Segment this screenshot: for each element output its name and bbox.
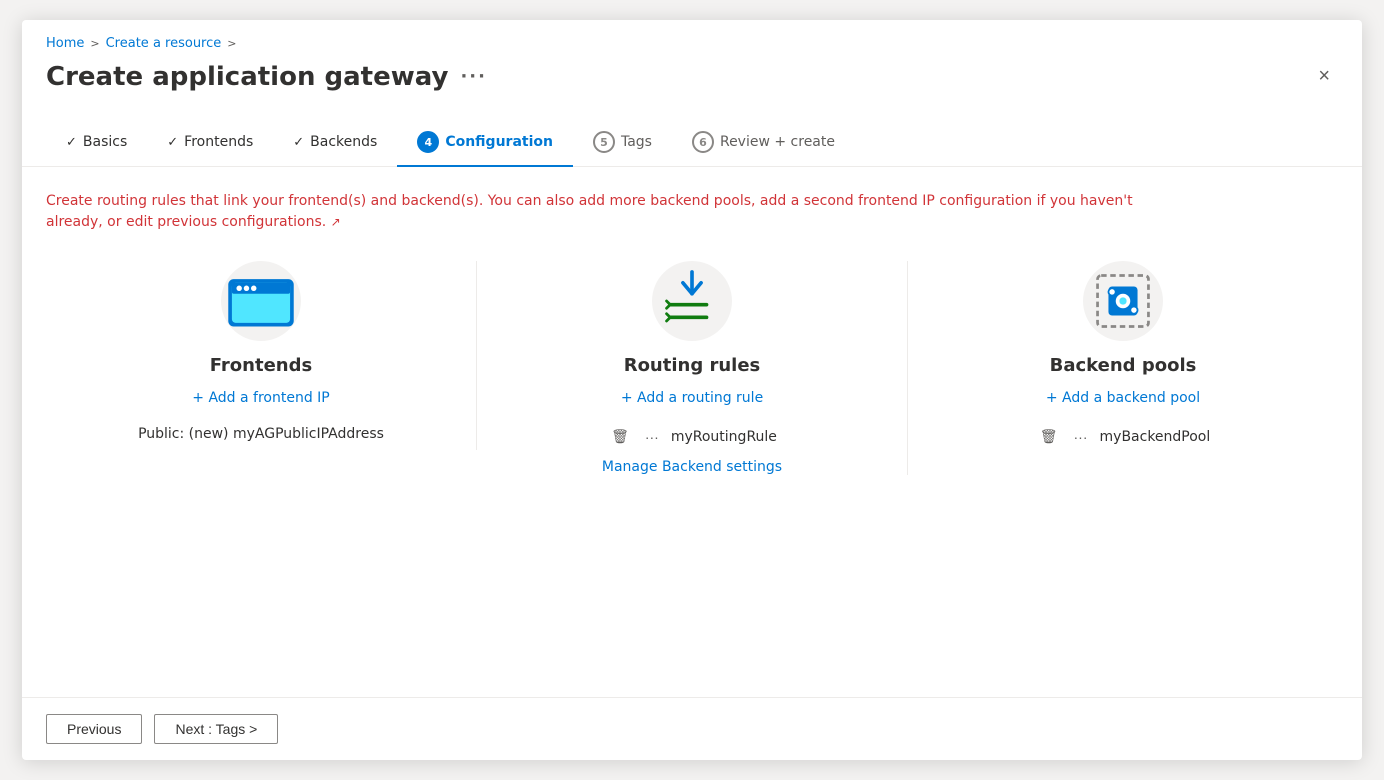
previous-button[interactable]: Previous xyxy=(46,714,142,744)
title-ellipsis-button[interactable]: ··· xyxy=(460,66,487,87)
tab-check-backends: ✓ xyxy=(293,135,304,150)
routing-icon-wrap xyxy=(652,261,732,341)
tab-circle-tags: 5 xyxy=(593,131,615,153)
frontends-icon-wrap xyxy=(221,261,301,341)
external-link-icon: ↗ xyxy=(331,215,341,229)
routing-dots-icon: ··· xyxy=(645,429,659,445)
routing-trash-button[interactable]: 🗑 xyxy=(607,426,633,447)
column-routing-rules: Routing rules + Add a routing rule 🗑 ···… xyxy=(477,261,908,475)
tab-label-basics: Basics xyxy=(83,134,127,150)
tab-backends[interactable]: ✓ Backends xyxy=(273,124,397,164)
routing-dots-button[interactable]: ··· xyxy=(641,427,663,447)
tabs-row: ✓ Basics ✓ Frontends ✓ Backends 4 Config… xyxy=(22,100,1362,167)
breadcrumb-sep2: > xyxy=(227,37,236,50)
tab-tags[interactable]: 5 Tags xyxy=(573,121,672,167)
backend-dots-icon: ··· xyxy=(1074,429,1088,445)
dialog-header: Home > Create a resource > Create applic… xyxy=(22,20,1362,92)
backend-icon-wrap xyxy=(1083,261,1163,341)
tab-check-frontends: ✓ xyxy=(167,135,178,150)
tab-label-tags: Tags xyxy=(621,134,652,150)
close-button[interactable]: × xyxy=(1310,61,1338,92)
dialog-footer: Previous Next : Tags > xyxy=(22,697,1362,760)
routing-item-row: 🗑 ··· myRoutingRule xyxy=(497,426,887,447)
frontends-icon xyxy=(221,261,301,341)
add-routing-rule-link[interactable]: + Add a routing rule xyxy=(621,390,763,406)
info-text: Create routing rules that link your fron… xyxy=(46,191,1146,233)
backend-item-row: 🗑 ··· myBackendPool xyxy=(928,426,1318,447)
backend-pools-icon xyxy=(1083,261,1163,341)
page-title: Create application gateway ··· xyxy=(46,62,487,92)
tab-review[interactable]: 6 Review + create xyxy=(672,121,855,167)
routing-rules-icon xyxy=(652,261,732,341)
tab-label-backends: Backends xyxy=(310,134,377,150)
tab-check-basics: ✓ xyxy=(66,135,77,150)
backend-item-text: myBackendPool xyxy=(1100,429,1211,445)
dialog-body: Create routing rules that link your fron… xyxy=(22,167,1362,697)
tab-basics[interactable]: ✓ Basics xyxy=(46,124,147,164)
tab-circle-review: 6 xyxy=(692,131,714,153)
breadcrumb: Home > Create a resource > xyxy=(46,36,1338,51)
breadcrumb-create-resource[interactable]: Create a resource xyxy=(106,36,222,51)
manage-backend-settings-link[interactable]: Manage Backend settings xyxy=(602,459,782,475)
tab-configuration[interactable]: 4 Configuration xyxy=(397,121,573,167)
column-frontends: Frontends + Add a frontend IP Public: (n… xyxy=(46,261,477,450)
backend-dots-button[interactable]: ··· xyxy=(1070,427,1092,447)
backend-trash-button[interactable]: 🗑 xyxy=(1036,426,1062,447)
tab-frontends[interactable]: ✓ Frontends xyxy=(147,124,273,164)
tab-circle-configuration: 4 xyxy=(417,131,439,153)
frontends-title: Frontends xyxy=(210,355,312,376)
routing-rules-title: Routing rules xyxy=(624,355,761,376)
frontends-item-row: Public: (new) myAGPublicIPAddress xyxy=(66,426,456,442)
add-frontend-ip-link[interactable]: + Add a frontend IP xyxy=(192,390,329,406)
frontend-item-text: Public: (new) myAGPublicIPAddress xyxy=(138,426,384,442)
tab-label-configuration: Configuration xyxy=(445,134,553,150)
backend-pools-title: Backend pools xyxy=(1050,355,1197,376)
tab-label-review: Review + create xyxy=(720,134,835,150)
tab-label-frontends: Frontends xyxy=(184,134,253,150)
backend-trash-icon: 🗑 xyxy=(1040,428,1058,444)
routing-trash-icon: 🗑 xyxy=(611,428,629,444)
add-backend-pool-link[interactable]: + Add a backend pool xyxy=(1046,390,1200,406)
next-button[interactable]: Next : Tags > xyxy=(154,714,278,744)
column-backend-pools: Backend pools + Add a backend pool 🗑 ···… xyxy=(908,261,1338,455)
title-row: Create application gateway ··· × xyxy=(46,61,1338,92)
routing-item-text: myRoutingRule xyxy=(671,429,777,445)
columns-container: Frontends + Add a frontend IP Public: (n… xyxy=(46,261,1338,475)
breadcrumb-home[interactable]: Home xyxy=(46,36,84,51)
breadcrumb-sep1: > xyxy=(90,37,99,50)
create-application-gateway-dialog: Home > Create a resource > Create applic… xyxy=(22,20,1362,760)
